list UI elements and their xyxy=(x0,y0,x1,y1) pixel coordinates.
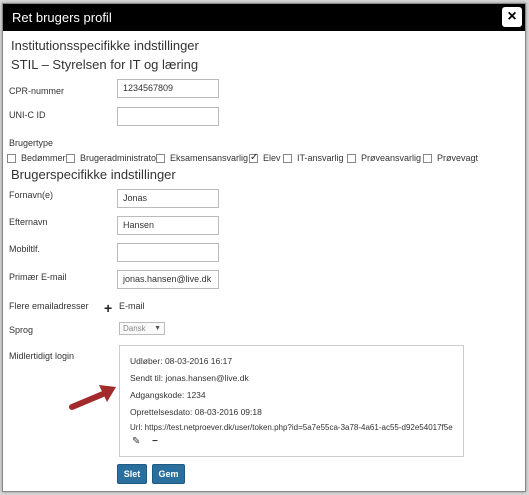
cpr-input[interactable]: 1234567809 xyxy=(117,79,219,98)
close-icon[interactable]: × xyxy=(502,7,522,27)
checkbox[interactable] xyxy=(423,153,432,163)
checkbox[interactable] xyxy=(347,153,356,163)
usertype-useradmin[interactable]: Brugeradministrator xyxy=(66,151,159,165)
checkbox[interactable] xyxy=(66,153,75,163)
institution-name: STIL – Styrelsen for IT og læring xyxy=(11,57,199,72)
mobile-input[interactable] xyxy=(117,243,219,262)
usertype-checkboxes: Bedømmer Brugeradministrator Eksamensans… xyxy=(7,151,523,165)
dialog-title: Ret brugers profil xyxy=(12,10,112,25)
temp-login-expires: Udløber: 08-03-2016 16:17 xyxy=(130,356,233,366)
user-heading: Brugerspecifikke indstillinger xyxy=(11,167,176,182)
lastname-label: Efternavn xyxy=(9,217,48,227)
checkbox[interactable] xyxy=(7,153,16,163)
usertype-student[interactable]: Elev xyxy=(249,151,281,165)
extra-email-column: E-mail xyxy=(119,301,145,311)
usertype-it-responsible[interactable]: IT-ansvarlig xyxy=(283,151,344,165)
chevron-down-icon: ▼ xyxy=(154,325,161,332)
usertype-exam-responsible[interactable]: Eksamensansvarlig xyxy=(156,151,248,165)
temp-login-created: Oprettelsesdato: 08-03-2016 09:18 xyxy=(130,407,262,417)
unic-label: UNI-C ID xyxy=(9,110,46,120)
institution-heading: Institutionsspecifikke indstillinger xyxy=(11,38,199,53)
temp-login-label: Midlertidigt login xyxy=(9,351,75,361)
primary-email-input[interactable]: jonas.hansen@live.dk xyxy=(117,270,219,289)
checkbox[interactable] xyxy=(283,153,292,163)
delete-button[interactable]: Slet xyxy=(117,464,147,484)
primary-email-label: Primær E-mail xyxy=(9,272,67,282)
checkbox[interactable] xyxy=(156,153,165,163)
extra-emails-label: Flere emailadresser xyxy=(9,301,89,311)
dialog-titlebar: Ret brugers profil × xyxy=(3,4,525,31)
lastname-input[interactable]: Hansen xyxy=(117,216,219,235)
red-arrow-annotation xyxy=(69,385,116,410)
language-select[interactable]: Dansk ▼ xyxy=(119,322,165,335)
edit-user-profile-dialog: Ret brugers profil × Institutionsspecifi… xyxy=(2,3,526,492)
usertype-assessor[interactable]: Bedømmer xyxy=(7,151,66,165)
usertype-test-responsible[interactable]: Prøveansvarlig xyxy=(347,151,421,165)
pencil-icon[interactable]: ✎ xyxy=(132,436,140,447)
cpr-label: CPR-nummer xyxy=(9,86,65,96)
add-email-plus-icon[interactable]: + xyxy=(104,300,112,316)
temp-login-sent-to: Sendt til: jonas.hansen@live.dk xyxy=(130,373,249,383)
firstname-label: Fornavn(e) xyxy=(9,190,54,200)
unic-input[interactable] xyxy=(117,107,219,126)
temp-login-password: Adgangskode: 1234 xyxy=(130,390,206,400)
temp-login-url: Url: https://test.netproever.dk/user/tok… xyxy=(130,423,453,432)
usertype-invigilator[interactable]: Prøvevagt xyxy=(423,151,478,165)
usertype-label: Brugertype xyxy=(9,138,54,148)
mobile-label: Mobiltlf. xyxy=(9,244,41,254)
language-label: Sprog xyxy=(9,325,34,335)
temp-login-panel: Udløber: 08-03-2016 16:17 Sendt til: jon… xyxy=(119,345,464,457)
firstname-input[interactable]: Jonas xyxy=(117,189,219,208)
checkbox-checked[interactable] xyxy=(249,152,258,163)
minus-icon[interactable]: − xyxy=(152,436,158,447)
save-button[interactable]: Gem xyxy=(152,464,185,484)
